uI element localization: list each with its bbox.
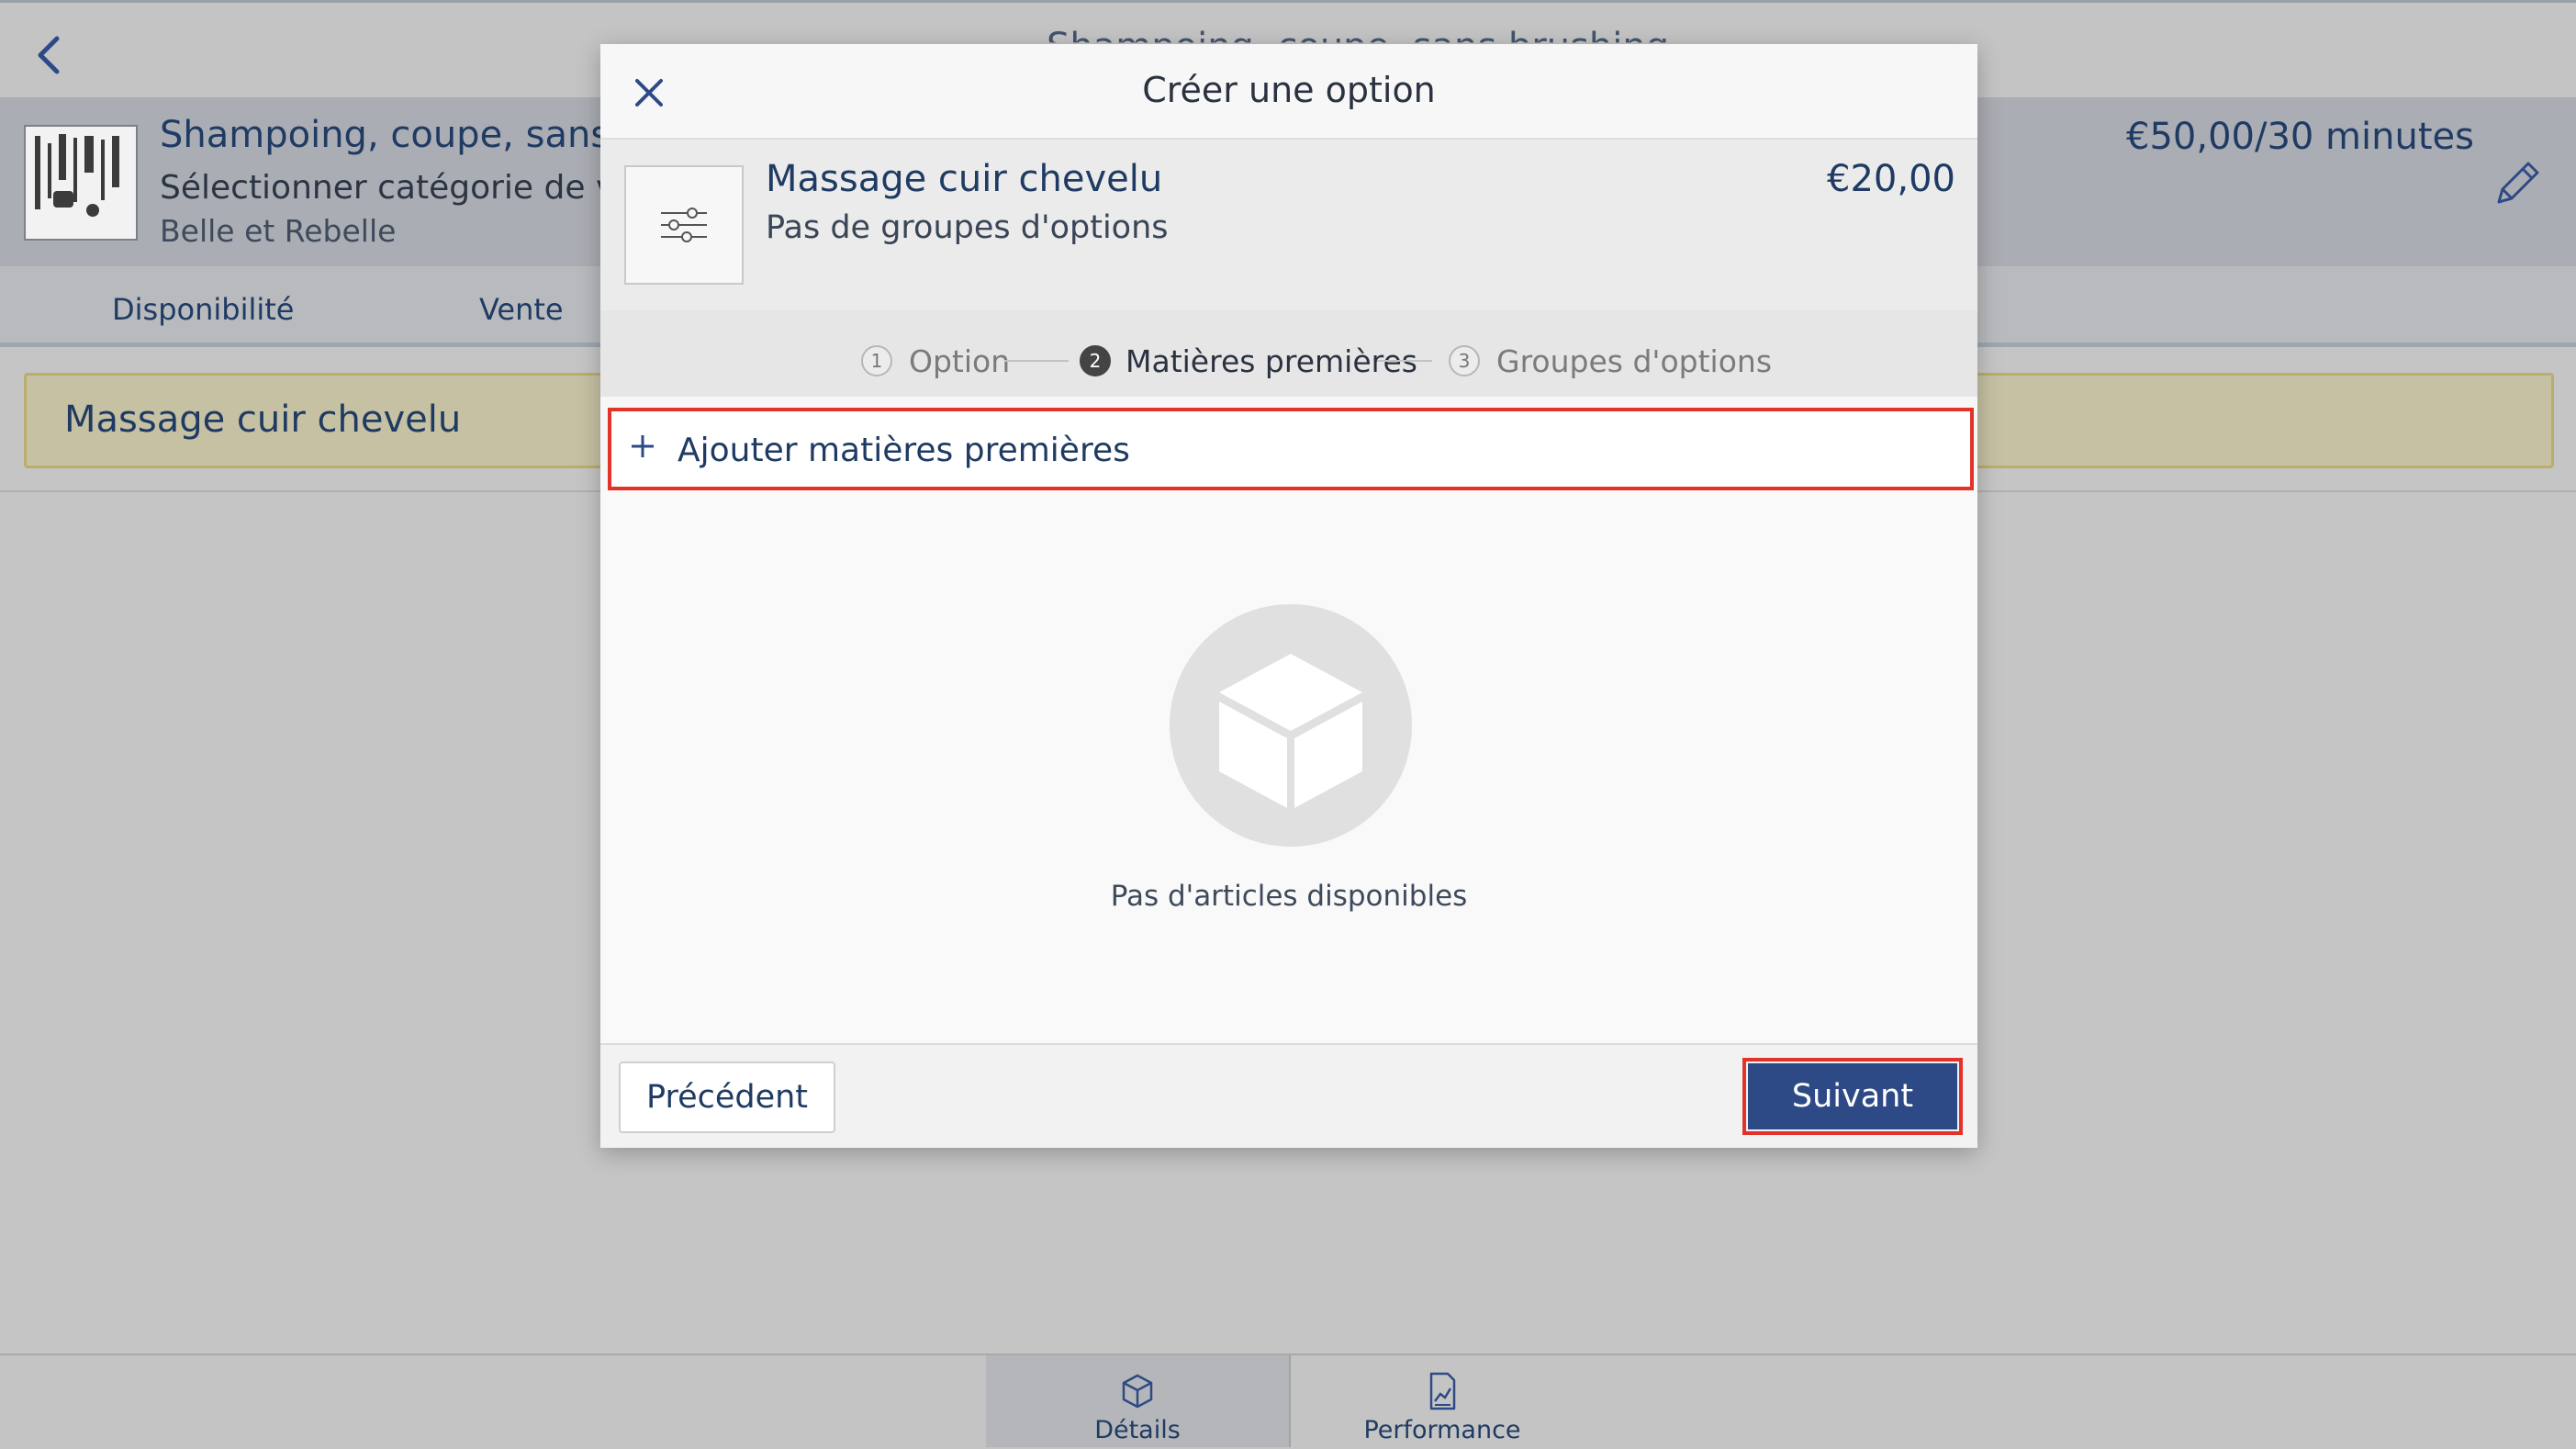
option-price: €20,00 — [1827, 158, 1955, 200]
salon-name: Belle et Rebelle — [160, 213, 397, 249]
chart-icon — [1429, 1372, 1456, 1410]
tab-vente[interactable]: Vente — [479, 292, 564, 327]
bottom-tab-performance[interactable]: Performance — [1291, 1355, 1594, 1447]
product-price: €50,00/30 minutes — [2126, 116, 2474, 158]
next-button[interactable]: Suivant — [1748, 1063, 1957, 1129]
back-button[interactable] — [28, 28, 73, 83]
step-connector — [1004, 360, 1069, 362]
tab-disponibilite[interactable]: Disponibilité — [112, 292, 294, 327]
bottom-tab-performance-label: Performance — [1363, 1416, 1521, 1444]
step-1-label: Option — [909, 343, 1011, 379]
sliders-icon — [661, 208, 707, 242]
box-icon — [1122, 1374, 1153, 1409]
option-image — [624, 165, 744, 285]
option-name: Massage cuir chevelu — [766, 158, 1163, 200]
option-banner-label: Massage cuir chevelu — [64, 399, 462, 441]
step-2-label: Matières premières — [1126, 343, 1417, 379]
step-2-number: 2 — [1080, 345, 1111, 376]
chevron-left-icon — [38, 36, 60, 74]
edit-button[interactable] — [2490, 156, 2545, 211]
bottom-tab-details[interactable]: Détails — [986, 1355, 1289, 1447]
add-raw-materials-label: Ajouter matières premières — [678, 432, 1130, 469]
previous-button[interactable]: Précédent — [619, 1061, 835, 1133]
step-3-number: 3 — [1449, 345, 1480, 376]
dialog-title: Créer une option — [1142, 70, 1436, 110]
product-thumbnail — [24, 125, 138, 241]
step-connector — [1377, 360, 1432, 362]
plus-icon — [624, 428, 661, 465]
step-1-number: 1 — [861, 345, 892, 376]
empty-state-message: Pas d'articles disponibles — [1110, 880, 1468, 913]
option-groups-note: Pas de groupes d'options — [766, 209, 1169, 246]
empty-state-illustration — [1170, 604, 1412, 847]
pencil-icon — [2497, 162, 2539, 204]
step-3-label: Groupes d'options — [1496, 343, 1773, 379]
cube-icon — [1219, 654, 1362, 808]
bottom-tab-details-label: Détails — [1094, 1416, 1181, 1444]
